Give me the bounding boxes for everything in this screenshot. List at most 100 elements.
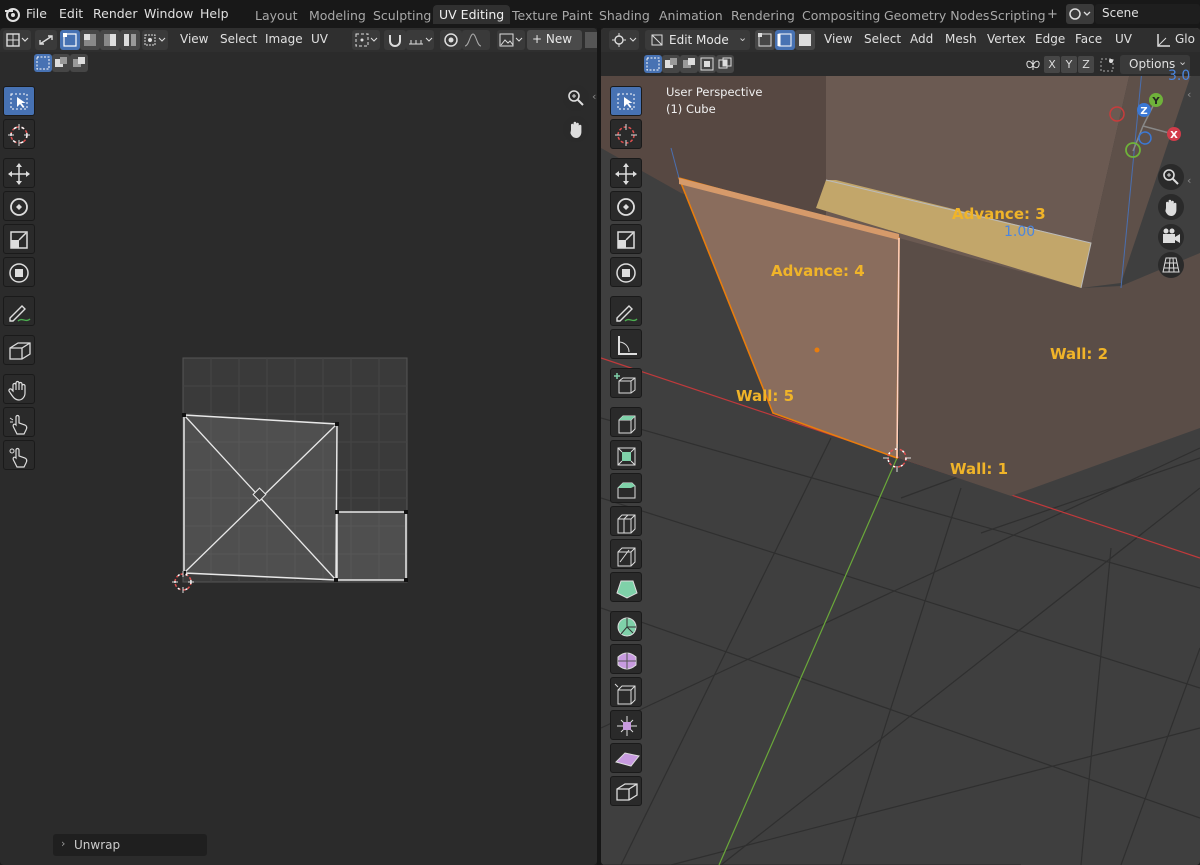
uv-canvas[interactable]: [160, 348, 420, 628]
tool-rip[interactable]: [3, 335, 35, 365]
vp-tool-bevel[interactable]: [610, 473, 642, 503]
gizmo-neg-z-icon[interactable]: [1138, 131, 1152, 145]
vp-select-intersect[interactable]: [716, 55, 734, 73]
vp-edge-select-button[interactable]: [775, 30, 795, 50]
sidebar-toggle-icon[interactable]: ‹: [592, 90, 596, 103]
uv-zoom-button[interactable]: [563, 85, 589, 111]
tool-select-box[interactable]: [3, 86, 35, 116]
vp-menu-view[interactable]: View: [824, 32, 852, 46]
sticky-selection-dropdown[interactable]: [142, 30, 168, 50]
menu-render[interactable]: Render: [93, 6, 138, 21]
vp-vertex-select-button[interactable]: [755, 30, 775, 50]
island-select-mode-button[interactable]: [120, 30, 140, 50]
vp-tool-transform[interactable]: [610, 257, 642, 287]
uv-island-small[interactable]: [336, 511, 407, 581]
face-select-mode-button[interactable]: [100, 30, 120, 50]
vp-ortho-toggle-button[interactable]: [1158, 252, 1184, 278]
tab-compositing[interactable]: Compositing: [802, 8, 880, 23]
vp-zoom-button[interactable]: [1158, 164, 1184, 190]
transform-orientation-icon[interactable]: [1154, 31, 1172, 49]
vp-tool-annotate[interactable]: [610, 296, 642, 326]
tab-animation[interactable]: Animation: [659, 8, 723, 23]
tab-texture-paint[interactable]: Texture Paint: [512, 8, 593, 23]
falloff-dropdown[interactable]: [462, 30, 490, 50]
vp-tool-edge-slide[interactable]: [610, 677, 642, 707]
vp-menu-add[interactable]: Add: [910, 32, 933, 46]
axis-gizmo[interactable]: Y Z X: [1103, 86, 1183, 166]
mirror-x-button[interactable]: X: [1044, 56, 1060, 73]
tool-transform[interactable]: [3, 257, 35, 287]
vp-tool-rotate[interactable]: [610, 191, 642, 221]
tab-scripting[interactable]: Scripting: [990, 8, 1046, 23]
browse-image-dropdown[interactable]: [497, 30, 525, 50]
vp-tool-loop-cut[interactable]: [610, 506, 642, 536]
vp-tool-shear[interactable]: [610, 743, 642, 773]
vp-menu-edge[interactable]: Edge: [1035, 32, 1065, 46]
tab-layout[interactable]: Layout: [255, 8, 298, 23]
unwrap-operator-panel[interactable]: › Unwrap: [53, 834, 207, 856]
snap-target-dropdown[interactable]: [406, 30, 434, 50]
tool-grab[interactable]: [3, 374, 35, 404]
tab-uv-editing[interactable]: UV Editing: [433, 5, 511, 24]
viewport-editor-type-button[interactable]: [609, 30, 639, 50]
blender-logo-icon[interactable]: [3, 5, 21, 23]
vp-tool-shrink-fatten[interactable]: [610, 710, 642, 740]
tool-relax[interactable]: [3, 407, 35, 437]
select-subtract-button[interactable]: [70, 54, 88, 72]
menu-window[interactable]: Window: [144, 6, 193, 21]
tool-cursor[interactable]: [3, 119, 35, 149]
sync-selection-toggle[interactable]: [35, 30, 57, 50]
gizmo-neg-x-icon[interactable]: [1109, 106, 1125, 122]
vp-tool-add-cube[interactable]: [610, 368, 642, 398]
vp-tool-spin[interactable]: [610, 611, 642, 641]
new-image-button[interactable]: + New: [527, 30, 582, 50]
tab-geometry-nodes[interactable]: Geometry Nodes: [884, 8, 989, 23]
vp-menu-vertex[interactable]: Vertex: [987, 32, 1026, 46]
menu-edit[interactable]: Edit: [59, 6, 83, 21]
mode-dropdown[interactable]: Edit Mode ⌄: [645, 30, 750, 50]
tab-sculpting[interactable]: Sculpting: [373, 8, 431, 23]
proportional-editing-toggle[interactable]: [440, 30, 462, 50]
vp-toolbar-toggle-icon[interactable]: ‹: [1187, 174, 1191, 187]
scene-selector-button[interactable]: [1066, 4, 1094, 24]
vp-tool-select-box[interactable]: [610, 86, 642, 116]
tool-pinch[interactable]: [3, 440, 35, 470]
vp-face-select-button[interactable]: [795, 30, 815, 50]
vp-tool-measure[interactable]: [610, 329, 642, 359]
vp-menu-select[interactable]: Select: [864, 32, 901, 46]
vp-tool-knife[interactable]: [610, 539, 642, 569]
mirror-y-button[interactable]: Y: [1061, 56, 1077, 73]
vp-menu-uv[interactable]: UV: [1115, 32, 1132, 46]
vp-tool-rip-region[interactable]: [610, 776, 642, 806]
menu-help[interactable]: Help: [200, 6, 229, 21]
uv-menu-uv[interactable]: UV: [311, 32, 328, 46]
tool-scale[interactable]: [3, 224, 35, 254]
editor-type-button[interactable]: [3, 30, 31, 50]
vp-select-invert[interactable]: [698, 55, 716, 73]
orientation-label[interactable]: Glo: [1175, 32, 1195, 46]
scene-field[interactable]: Scene: [1095, 4, 1200, 24]
vp-tool-scale[interactable]: [610, 224, 642, 254]
open-image-icon[interactable]: [585, 32, 597, 48]
vp-select-subtract[interactable]: [680, 55, 698, 73]
vp-select-box-mode[interactable]: [644, 55, 662, 73]
uv-pan-button[interactable]: [563, 116, 589, 142]
vp-tool-cursor[interactable]: [610, 119, 642, 149]
edge-select-mode-button[interactable]: [80, 30, 100, 50]
pivot-point-dropdown[interactable]: [352, 30, 380, 50]
vp-sidebar-toggle-icon[interactable]: ‹: [1187, 88, 1191, 101]
tab-shading[interactable]: Shading: [599, 8, 650, 23]
vp-pan-button[interactable]: [1158, 194, 1184, 220]
vp-tool-inset[interactable]: [610, 440, 642, 470]
uv-menu-view[interactable]: View: [180, 32, 208, 46]
auto-merge-icon[interactable]: [1098, 56, 1116, 74]
tool-annotate[interactable]: [3, 296, 35, 326]
vp-tool-smooth[interactable]: [610, 644, 642, 674]
vp-menu-mesh[interactable]: Mesh: [945, 32, 977, 46]
select-box-mode-button[interactable]: [34, 54, 52, 72]
tab-modeling[interactable]: Modeling: [309, 8, 366, 23]
uv-menu-select[interactable]: Select: [220, 32, 257, 46]
vertex-select-mode-button[interactable]: [60, 30, 80, 50]
vp-camera-button[interactable]: [1158, 224, 1184, 250]
vp-tool-poly-build[interactable]: [610, 572, 642, 602]
